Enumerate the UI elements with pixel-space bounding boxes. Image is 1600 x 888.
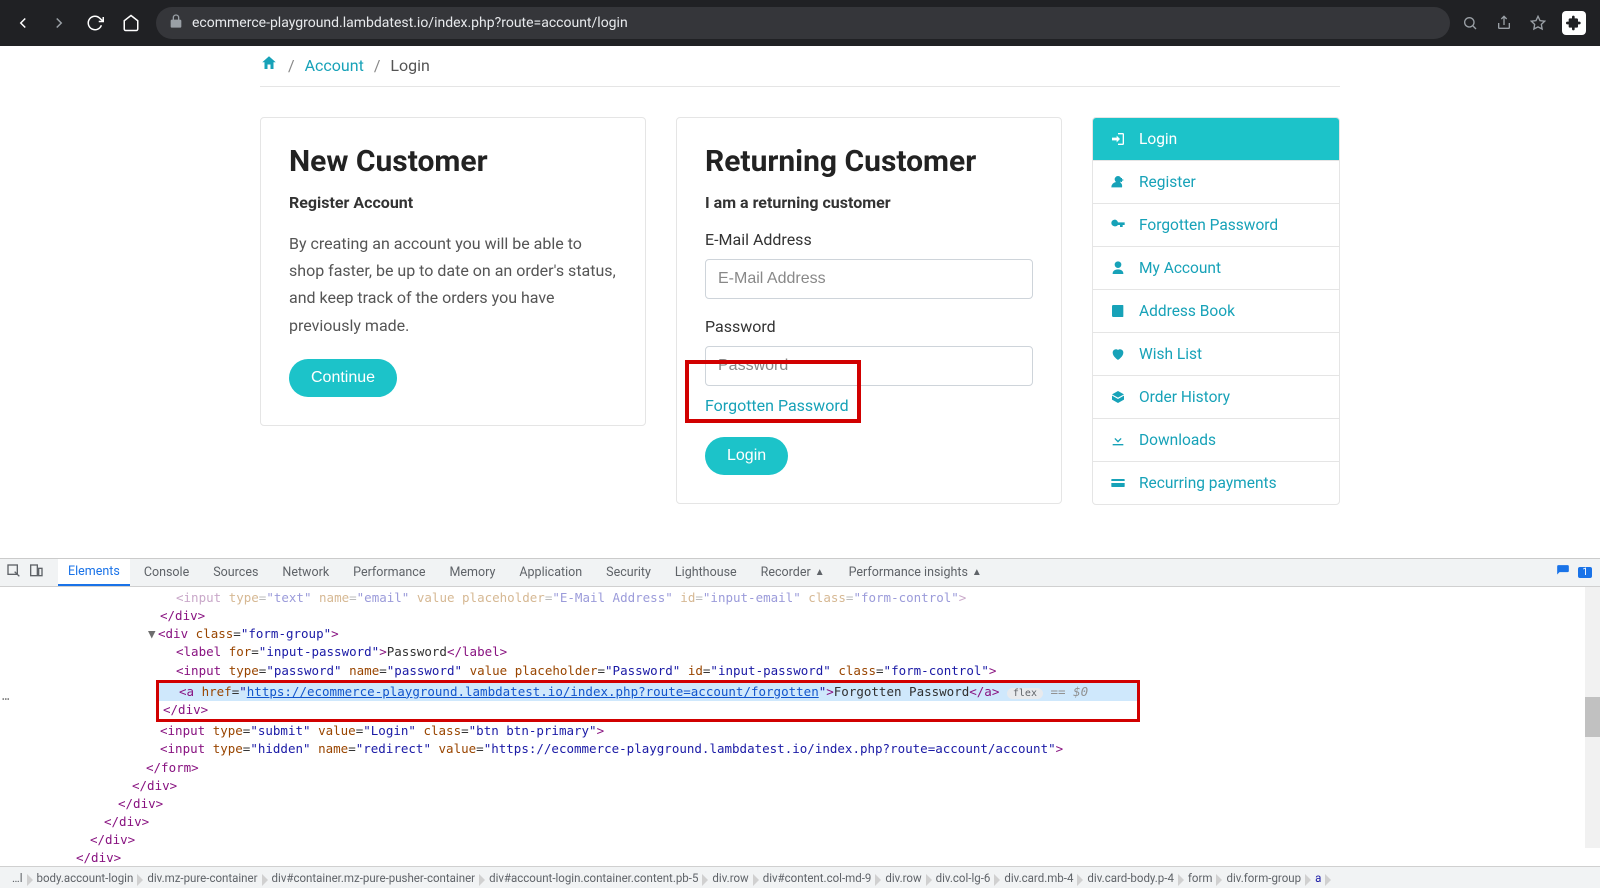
user-icon xyxy=(1109,260,1127,276)
reload-button[interactable] xyxy=(80,8,110,38)
password-field[interactable] xyxy=(705,346,1033,386)
breadcrumb-current: Login xyxy=(390,56,429,75)
device-toggle-icon[interactable] xyxy=(28,563,44,583)
tab-console[interactable]: Console xyxy=(134,559,199,586)
code-line: <input type="hidden" name="redirect" val… xyxy=(0,740,1600,758)
email-label: E-Mail Address xyxy=(705,230,1033,249)
address-bar[interactable]: ecommerce-playground.lambdatest.io/index… xyxy=(156,7,1450,39)
tab-application[interactable]: Application xyxy=(509,559,592,586)
email-field[interactable] xyxy=(705,259,1033,299)
download-icon xyxy=(1109,432,1127,448)
sidebar-item-wishlist[interactable]: Wish List xyxy=(1093,333,1339,376)
sidebar-item-label: Address Book xyxy=(1139,302,1235,320)
login-button[interactable]: Login xyxy=(705,437,788,475)
code-line: </div> xyxy=(159,701,1137,719)
tab-elements[interactable]: Elements xyxy=(58,559,130,586)
sidebar-item-label: Register xyxy=(1139,173,1196,191)
sidebar-item-label: Wish List xyxy=(1139,345,1202,363)
tab-security[interactable]: Security xyxy=(596,559,661,586)
tab-performance[interactable]: Performance xyxy=(343,559,435,586)
returning-subtitle: I am a returning customer xyxy=(705,193,1033,212)
url-text: ecommerce-playground.lambdatest.io/index… xyxy=(192,15,628,31)
returning-title: Returning Customer xyxy=(705,144,1033,179)
content-row: New Customer Register Account By creatin… xyxy=(260,117,1340,505)
sidebar-item-downloads[interactable]: Downloads xyxy=(1093,419,1339,462)
user-plus-icon xyxy=(1109,174,1127,190)
back-button[interactable] xyxy=(8,8,38,38)
inspect-icon[interactable] xyxy=(6,563,22,583)
code-line: </form> xyxy=(0,759,1600,777)
password-label: Password xyxy=(705,317,1033,336)
code-line: </div> xyxy=(0,831,1600,849)
book-icon xyxy=(1109,303,1127,319)
bookmark-star-icon[interactable] xyxy=(1528,13,1548,33)
issues-icon[interactable] xyxy=(1556,564,1570,582)
code-line: </div> xyxy=(0,813,1600,831)
devtools-tabs: Elements Console Sources Network Perform… xyxy=(0,559,1600,587)
login-icon xyxy=(1109,131,1127,147)
sidebar-item-label: Recurring payments xyxy=(1139,474,1277,492)
returning-customer-card: Returning Customer I am a returning cust… xyxy=(676,117,1062,504)
tab-memory[interactable]: Memory xyxy=(439,559,505,586)
browser-chrome: ecommerce-playground.lambdatest.io/index… xyxy=(0,0,1600,46)
code-line: <input type="text" name="email" value pl… xyxy=(0,589,1600,607)
code-line: <label for="input-password">Password</la… xyxy=(0,643,1600,661)
sidebar-item-label: Downloads xyxy=(1139,431,1216,449)
devtools-elements-tree[interactable]: <input type="text" name="email" value pl… xyxy=(0,587,1600,866)
code-line: </div> xyxy=(0,849,1600,866)
sidebar-item-forgotten[interactable]: Forgotten Password xyxy=(1093,204,1339,247)
chrome-right-icons xyxy=(1460,11,1592,35)
code-line: ▼<div class="form-group"> xyxy=(0,625,1600,643)
forgotten-password-link[interactable]: Forgotten Password xyxy=(705,396,849,415)
tab-lighthouse[interactable]: Lighthouse xyxy=(665,559,747,586)
sidebar-item-label: Login xyxy=(1139,130,1177,148)
forward-button[interactable] xyxy=(44,8,74,38)
breadcrumb-sep: / xyxy=(288,56,295,75)
breadcrumb-account[interactable]: Account xyxy=(305,56,364,75)
breadcrumb-sep: / xyxy=(374,56,381,75)
tab-sources[interactable]: Sources xyxy=(203,559,268,586)
code-line: <input type="password" name="password" v… xyxy=(0,662,1600,680)
heart-icon xyxy=(1109,346,1127,362)
zoom-icon[interactable] xyxy=(1460,13,1480,33)
sidebar-item-recurring[interactable]: Recurring payments xyxy=(1093,462,1339,504)
sidebar-item-account[interactable]: My Account xyxy=(1093,247,1339,290)
continue-button[interactable]: Continue xyxy=(289,359,397,397)
new-customer-subtitle: Register Account xyxy=(289,193,617,212)
code-line: </div> xyxy=(0,795,1600,813)
home-button[interactable] xyxy=(116,8,146,38)
new-customer-desc: By creating an account you will be able … xyxy=(289,230,617,339)
tab-network[interactable]: Network xyxy=(272,559,339,586)
home-icon[interactable] xyxy=(260,54,278,76)
key-icon xyxy=(1109,217,1127,233)
sidebar-item-orderhistory[interactable]: Order History xyxy=(1093,376,1339,419)
new-customer-card: New Customer Register Account By creatin… xyxy=(260,117,646,426)
sidebar-item-label: Order History xyxy=(1139,388,1230,406)
code-line: </div> xyxy=(0,607,1600,625)
tab-recorder[interactable]: Recorder▲ xyxy=(751,559,835,586)
new-customer-title: New Customer xyxy=(289,144,617,179)
code-line: </div> xyxy=(0,777,1600,795)
ellipsis-icon: ⋯ xyxy=(2,690,10,708)
sidebar-item-register[interactable]: Register xyxy=(1093,161,1339,204)
devtools-scrollbar[interactable] xyxy=(1585,587,1600,848)
code-line-selected[interactable]: <a href="https://ecommerce-playground.la… xyxy=(159,683,1137,702)
devtools-panel: Elements Console Sources Network Perform… xyxy=(0,558,1600,888)
account-sidebar: Login Register Forgotten Password My Acc… xyxy=(1092,117,1340,505)
lock-icon xyxy=(168,13,184,33)
tab-perf-insights[interactable]: Performance insights▲ xyxy=(839,559,992,586)
code-line: <input type="submit" value="Login" class… xyxy=(0,722,1600,740)
sidebar-item-login[interactable]: Login xyxy=(1093,118,1339,161)
sidebar-item-label: Forgotten Password xyxy=(1139,216,1278,234)
box-icon xyxy=(1109,389,1127,405)
sidebar-item-label: My Account xyxy=(1139,259,1221,277)
sidebar-item-address[interactable]: Address Book xyxy=(1093,290,1339,333)
share-icon[interactable] xyxy=(1494,13,1514,33)
extensions-icon[interactable] xyxy=(1562,11,1586,35)
issues-count: 1 xyxy=(1578,567,1592,578)
breadcrumb: / Account / Login xyxy=(260,46,1340,87)
card-icon xyxy=(1109,475,1127,491)
dom-breadcrumb[interactable]: …l body.account-login div.mz-pure-contai… xyxy=(0,866,1600,888)
